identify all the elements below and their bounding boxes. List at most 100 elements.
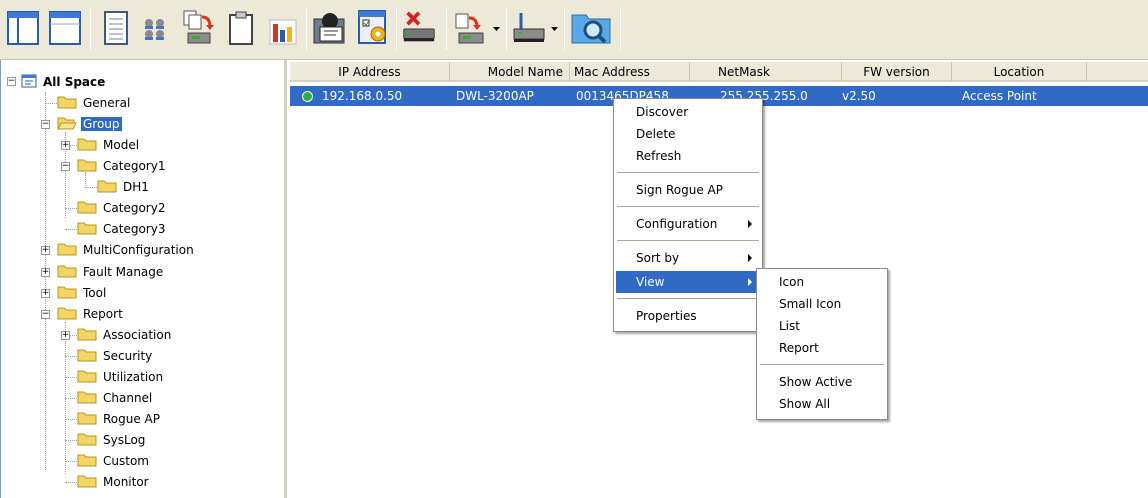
expand-toggle-icon[interactable]: + bbox=[61, 331, 70, 340]
open-folder-icon bbox=[57, 116, 77, 133]
tree-item-security[interactable]: Security bbox=[77, 347, 154, 365]
tree-item-channel[interactable]: Channel bbox=[77, 389, 154, 407]
tree-item-utilization[interactable]: Utilization bbox=[77, 368, 165, 386]
tree-root-all-space[interactable]: All Space bbox=[21, 73, 107, 91]
tree-item-label: Category1 bbox=[103, 159, 166, 173]
users-group-icon[interactable] bbox=[136, 6, 174, 50]
tree-item-label: DH1 bbox=[123, 180, 149, 194]
user-management-icon[interactable] bbox=[312, 6, 350, 50]
tree-item-association[interactable]: Association bbox=[77, 326, 173, 344]
column-header-fw[interactable]: FW version bbox=[842, 62, 952, 82]
tree-item-rogue-ap[interactable]: Rogue AP bbox=[77, 410, 162, 428]
folder-icon bbox=[77, 390, 97, 407]
folder-icon bbox=[77, 411, 97, 428]
folder-icon bbox=[77, 348, 97, 365]
tree-view-icon[interactable] bbox=[4, 6, 42, 50]
folder-icon bbox=[77, 137, 97, 154]
device-dropdown-arrow-icon[interactable] bbox=[550, 22, 558, 36]
submenu-arrow-icon bbox=[748, 278, 752, 286]
firmware-upgrade-icon[interactable] bbox=[452, 6, 490, 50]
tree-item-label: Category3 bbox=[103, 222, 166, 236]
submenu-item-list[interactable]: List bbox=[759, 315, 885, 337]
menu-item-sign-rogue-ap[interactable]: Sign Rogue AP bbox=[616, 179, 760, 201]
tree-item-dh1[interactable]: DH1 bbox=[97, 178, 151, 196]
folder-icon bbox=[57, 264, 77, 281]
tree-item-monitor[interactable]: Monitor bbox=[77, 473, 151, 491]
menu-item-view[interactable]: View bbox=[616, 271, 760, 293]
menu-item-label: View bbox=[636, 275, 665, 289]
tree-item-label: Model bbox=[103, 138, 140, 152]
folder-icon bbox=[77, 200, 97, 217]
cell-fw: v2.50 bbox=[842, 89, 876, 103]
tree-item-label: SysLog bbox=[103, 433, 146, 447]
folder-icon bbox=[77, 221, 97, 238]
tree-item-general[interactable]: General bbox=[57, 94, 132, 112]
clipboard-icon[interactable] bbox=[222, 6, 260, 50]
submenu-item-icon[interactable]: Icon bbox=[759, 271, 885, 293]
network-root-icon bbox=[21, 73, 37, 92]
tree-item-label: Tool bbox=[83, 286, 107, 300]
tree-item-category2[interactable]: Category2 bbox=[77, 199, 167, 217]
view-submenu: Icon Small Icon List Report Show Active … bbox=[756, 268, 888, 420]
tree-item-label: MultiConfiguration bbox=[83, 243, 194, 257]
navigation-tree: − All Space General − Group + Model − Ca… bbox=[0, 60, 287, 498]
column-header-ip[interactable]: IP Address bbox=[290, 62, 450, 82]
tree-item-label: Rogue AP bbox=[103, 412, 161, 426]
column-header-location[interactable]: Location bbox=[952, 62, 1087, 82]
expand-toggle-icon[interactable]: + bbox=[41, 246, 50, 255]
tree-item-syslog[interactable]: SysLog bbox=[77, 431, 147, 449]
column-header-mac[interactable]: Mac Address bbox=[570, 62, 690, 82]
expand-toggle-icon[interactable]: + bbox=[61, 141, 70, 150]
folder-icon bbox=[77, 453, 97, 470]
list-view-icon[interactable] bbox=[46, 6, 84, 50]
submenu-item-small-icon[interactable]: Small Icon bbox=[759, 293, 885, 315]
folder-icon bbox=[57, 285, 77, 302]
delete-device-icon[interactable] bbox=[400, 6, 438, 50]
expand-toggle-icon[interactable]: + bbox=[41, 289, 50, 298]
menu-item-delete[interactable]: Delete bbox=[616, 123, 760, 145]
expand-toggle-icon[interactable]: + bbox=[41, 268, 50, 277]
submenu-arrow-icon bbox=[748, 220, 752, 228]
tree-item-label: Monitor bbox=[103, 475, 149, 489]
menu-item-sort-by[interactable]: Sort by bbox=[616, 247, 760, 269]
settings-window-icon[interactable] bbox=[354, 6, 392, 50]
tree-item-custom[interactable]: Custom bbox=[77, 452, 151, 470]
tree-item-category1[interactable]: Category1 bbox=[77, 157, 167, 175]
menu-item-properties[interactable]: Properties bbox=[616, 305, 760, 327]
copy-config-icon[interactable] bbox=[178, 6, 216, 50]
device-network-icon[interactable] bbox=[510, 6, 548, 50]
tree-item-category3[interactable]: Category3 bbox=[77, 220, 167, 238]
firmware-dropdown-arrow-icon[interactable] bbox=[492, 22, 500, 36]
submenu-item-report[interactable]: Report bbox=[759, 337, 885, 359]
folder-icon bbox=[57, 95, 77, 112]
column-header-model[interactable]: Model Name bbox=[450, 62, 570, 82]
submenu-item-show-all[interactable]: Show All bbox=[759, 393, 885, 415]
collapse-toggle-icon[interactable]: − bbox=[61, 162, 70, 171]
submenu-item-show-active[interactable]: Show Active bbox=[759, 371, 885, 393]
bar-chart-icon[interactable] bbox=[264, 6, 302, 50]
tree-item-label: Association bbox=[103, 328, 172, 342]
tree-item-label: Utilization bbox=[103, 370, 164, 384]
collapse-toggle-icon[interactable]: − bbox=[41, 310, 50, 319]
tree-item-label: Fault Manage bbox=[83, 265, 164, 279]
collapse-toggle-icon[interactable]: − bbox=[41, 120, 50, 129]
tree-item-multiconfiguration[interactable]: MultiConfiguration bbox=[57, 241, 196, 259]
column-header-netmask[interactable]: NetMask bbox=[690, 62, 842, 82]
tree-item-fault-manage[interactable]: Fault Manage bbox=[57, 263, 165, 281]
calculator-icon[interactable] bbox=[96, 6, 134, 50]
menu-item-configuration[interactable]: Configuration bbox=[616, 213, 760, 235]
tree-item-label: Security bbox=[103, 349, 153, 363]
context-menu: Discover Delete Refresh Sign Rogue AP Co… bbox=[613, 98, 763, 332]
menu-item-discover[interactable]: Discover bbox=[616, 101, 760, 123]
tree-item-tool[interactable]: Tool bbox=[57, 284, 108, 302]
tree-item-label: Channel bbox=[103, 391, 153, 405]
tree-item-group[interactable]: Group bbox=[57, 115, 122, 133]
folder-icon bbox=[77, 432, 97, 449]
tree-item-model[interactable]: Model bbox=[77, 136, 141, 154]
collapse-toggle-icon[interactable]: − bbox=[7, 77, 16, 86]
toolbar bbox=[0, 0, 1148, 60]
discover-search-icon[interactable] bbox=[568, 6, 614, 50]
tree-item-report[interactable]: Report bbox=[57, 305, 125, 323]
menu-item-refresh[interactable]: Refresh bbox=[616, 145, 760, 167]
folder-icon bbox=[97, 179, 117, 196]
